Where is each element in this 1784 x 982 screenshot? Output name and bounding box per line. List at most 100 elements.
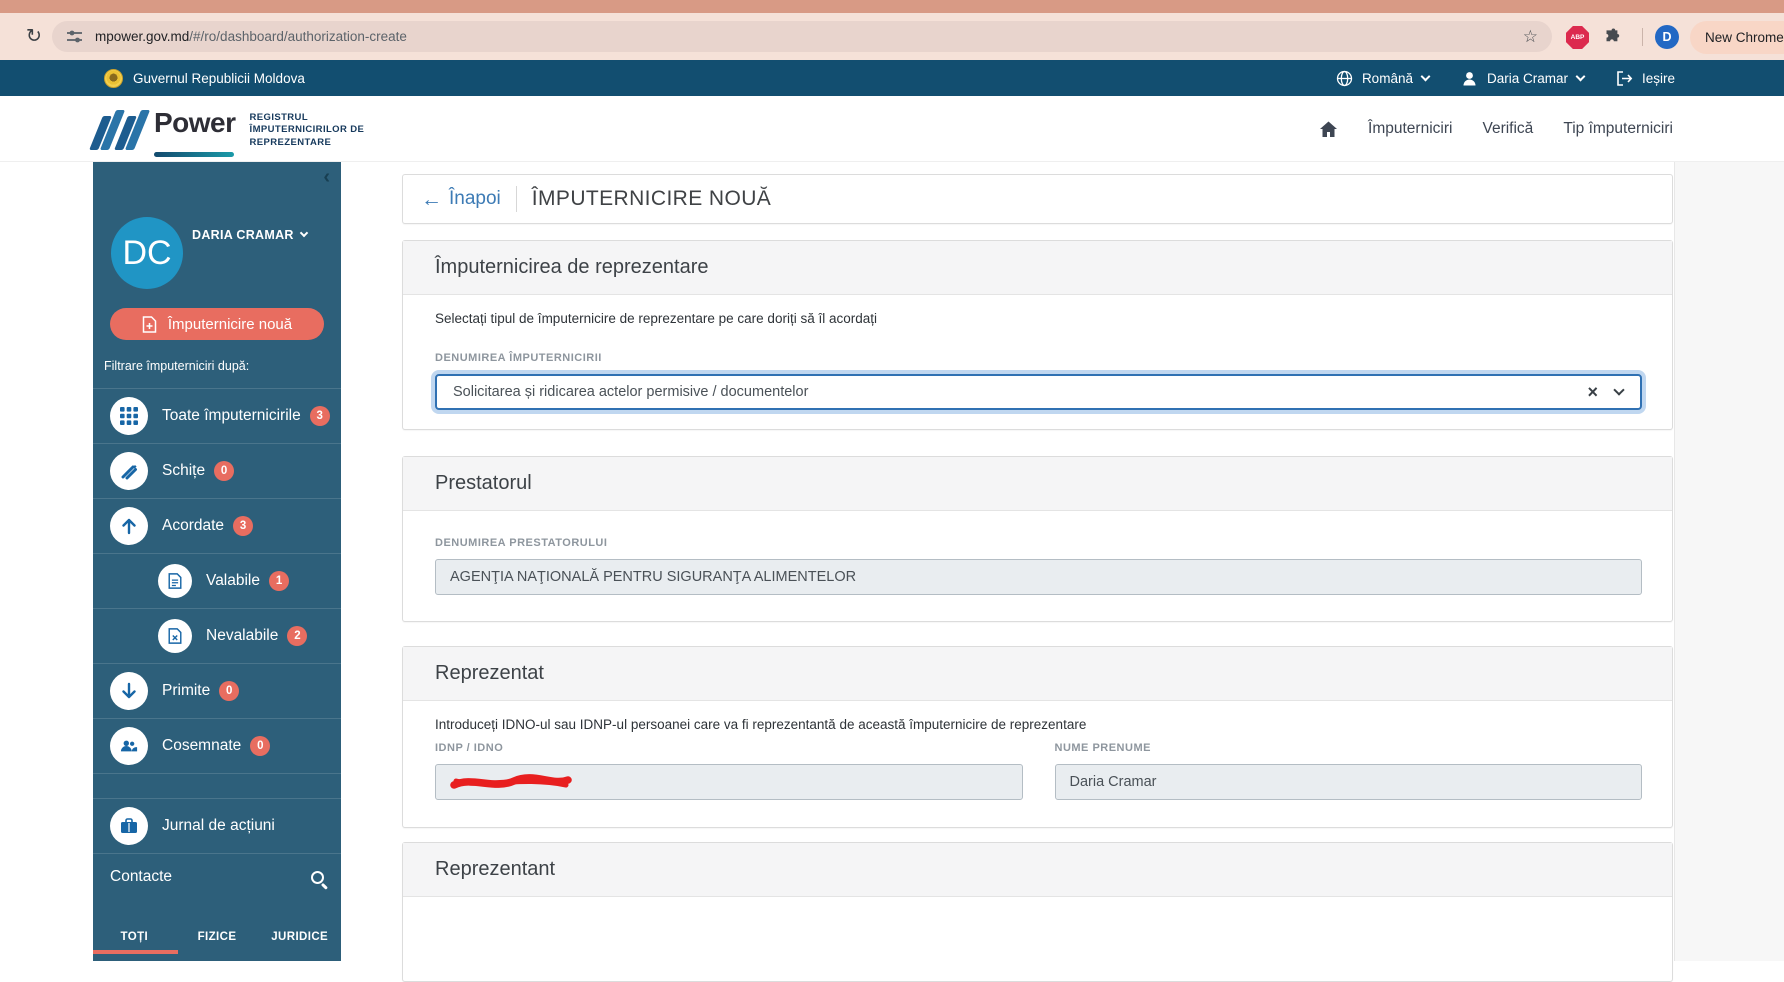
menu-spacer [93, 773, 341, 798]
nav-imputerniciri[interactable]: Împuterniciri [1368, 120, 1452, 138]
sidebar-item-toate[interactable]: Toate împuternicirile 3 [93, 388, 341, 443]
reload-button[interactable]: ↻ [20, 22, 48, 50]
sidebar-item-primite[interactable]: Primite 0 [93, 663, 341, 718]
name-input: Daria Cramar [1054, 764, 1642, 800]
pencils-icon [110, 452, 148, 490]
moldova-emblem-icon [104, 68, 123, 88]
new-authorization-button[interactable]: Împuternicire nouă [110, 308, 324, 340]
tune-icon[interactable] [66, 28, 83, 45]
url-text: mpower.gov.md/#/ro/dashboard/authorizati… [95, 29, 407, 44]
bookmark-star-icon[interactable]: ☆ [1523, 27, 1538, 47]
briefcase-icon [110, 807, 148, 845]
section-title: Reprezentat [403, 647, 1672, 701]
logout-button[interactable]: Ieșire [1642, 71, 1675, 86]
section-represented: Reprezentat Introduceți IDNO-ul sau IDNP… [402, 646, 1673, 828]
select-value: Solicitarea și ridicarea actelor permisi… [453, 384, 809, 400]
url-path: /#/ro/dashboard/authorization-create [189, 29, 407, 44]
badge-count: 3 [309, 406, 330, 426]
government-bar: Guvernul Republicii Moldova Română Daria… [0, 60, 1784, 96]
field-label: DENUMIREA PRESTATORULUI [435, 537, 608, 549]
sidebar-item-valabile[interactable]: Valabile 1 [93, 553, 341, 608]
section-description: Selectați tipul de împuternicire de repr… [435, 311, 877, 326]
language-chevron-icon[interactable] [1420, 71, 1431, 81]
badge-count: 3 [233, 516, 254, 536]
language-selector[interactable]: Română [1362, 71, 1413, 86]
section-title: Prestatorul [403, 457, 1672, 511]
document-plus-icon [142, 315, 157, 333]
address-bar[interactable]: mpower.gov.md/#/ro/dashboard/authorizati… [52, 21, 1552, 52]
page-title: ÎMPUTERNICIRE NOUĂ [531, 187, 772, 210]
browser-tab-strip [0, 0, 1784, 13]
extensions-puzzle-icon[interactable] [1602, 27, 1622, 47]
active-tab-underline [93, 950, 178, 954]
home-icon[interactable] [1319, 120, 1338, 139]
badge-count: 2 [287, 626, 308, 646]
app-header: Power REGISTRUL ÎMPUTERNICIRILOR DE REPR… [0, 96, 1784, 162]
field-label: IDNP / IDNO [435, 742, 504, 754]
mpower-logo[interactable]: Power REGISTRUL ÎMPUTERNICIRILOR DE REPR… [89, 106, 365, 157]
authorization-type-select[interactable]: Solicitarea și ridicarea actelor permisi… [435, 374, 1642, 410]
sidebar-collapse-icon[interactable]: ‹ [323, 166, 330, 189]
field-label: DENUMIREA ÎMPUTERNICIRII [435, 352, 602, 364]
sidebar-item-nevalabile[interactable]: Nevalabile 2 [93, 608, 341, 663]
document-icon [158, 564, 192, 598]
user-menu[interactable]: Daria Cramar [1487, 71, 1568, 86]
document-x-icon [158, 619, 192, 653]
chevron-down-icon[interactable] [1613, 384, 1625, 396]
mpower-logo-word: Power [154, 107, 236, 138]
filter-label: Filtrare împuterniciri după: [104, 359, 250, 373]
menu-end-border [93, 853, 341, 854]
toolbar-separator [1642, 28, 1643, 46]
sidebar-user-name: DARIA CRAMAR [192, 228, 294, 242]
arrow-down-icon [110, 672, 148, 710]
badge-count: 0 [214, 461, 235, 481]
tab-juridice[interactable]: JURIDICE [258, 919, 341, 955]
registry-caption: REGISTRUL ÎMPUTERNICIRILOR DE REPREZENTA… [249, 112, 365, 148]
sidebar-item-schite[interactable]: Schițe 0 [93, 443, 341, 498]
url-domain: mpower.gov.md [95, 29, 190, 44]
back-arrow-icon: ← [421, 187, 442, 211]
idnp-input [435, 764, 1023, 800]
logo-swoosh [154, 152, 234, 157]
grid-icon [110, 397, 148, 435]
people-icon [110, 727, 148, 765]
section-representative: Reprezentant [402, 842, 1673, 982]
sidebar-item-jurnal[interactable]: Jurnal de acțiuni [93, 798, 341, 853]
redaction-scribble [450, 773, 572, 789]
badge-count: 0 [250, 736, 271, 756]
section-title: Reprezentant [403, 843, 1672, 897]
header-divider [515, 186, 517, 212]
mpower-logo-mark [89, 110, 151, 150]
user-chevron-icon[interactable] [1575, 71, 1586, 81]
user-icon [1463, 71, 1476, 85]
globe-icon [1336, 70, 1353, 86]
nav-verifica[interactable]: Verifică [1482, 120, 1533, 138]
nav-tip-imputerniciri[interactable]: Tip împuterniciri [1563, 120, 1673, 138]
field-label: NUME PRENUME [1054, 742, 1151, 754]
section-description: Introduceți IDNO-ul sau IDNP-ul persoane… [435, 717, 1087, 732]
browser-profile-avatar[interactable]: D [1655, 25, 1679, 49]
section-provider: Prestatorul DENUMIREA PRESTATORULUI AGEN… [402, 456, 1673, 622]
chrome-update-button[interactable]: New Chrome a [1690, 21, 1784, 54]
search-icon[interactable] [311, 870, 324, 884]
sidebar-menu: Toate împuternicirile 3 Schițe 0 Acordat… [93, 388, 341, 854]
avatar[interactable]: DC [111, 217, 183, 289]
badge-count: 1 [269, 571, 290, 591]
logout-icon [1617, 70, 1633, 86]
sidebar-user-menu[interactable]: DARIA CRAMAR [192, 228, 308, 242]
section-authorization: Împuternicirea de reprezentare Selectați… [402, 240, 1673, 430]
contacts-header: Contacte [110, 868, 324, 886]
sidebar: ‹ DC DARIA CRAMAR Împuternicire nouă Fil… [93, 162, 341, 961]
clear-icon[interactable]: × [1587, 382, 1598, 403]
sidebar-item-cosemnate[interactable]: Cosemnate 0 [93, 718, 341, 773]
government-title: Guvernul Republicii Moldova [133, 70, 305, 86]
browser-toolbar: ↻ mpower.gov.md/#/ro/dashboard/authoriza… [0, 13, 1784, 60]
sidebar-user-chevron-icon [299, 228, 308, 238]
page-right-margin [1674, 162, 1784, 961]
badge-count: 0 [219, 681, 240, 701]
page-header-card: ← Înapoi ÎMPUTERNICIRE NOUĂ [402, 174, 1673, 224]
back-link[interactable]: ← Înapoi [421, 188, 501, 210]
adblock-extension-icon[interactable]: ABP [1566, 26, 1589, 49]
sidebar-item-acordate[interactable]: Acordate 3 [93, 498, 341, 553]
tab-fizice[interactable]: FIZICE [176, 919, 259, 955]
